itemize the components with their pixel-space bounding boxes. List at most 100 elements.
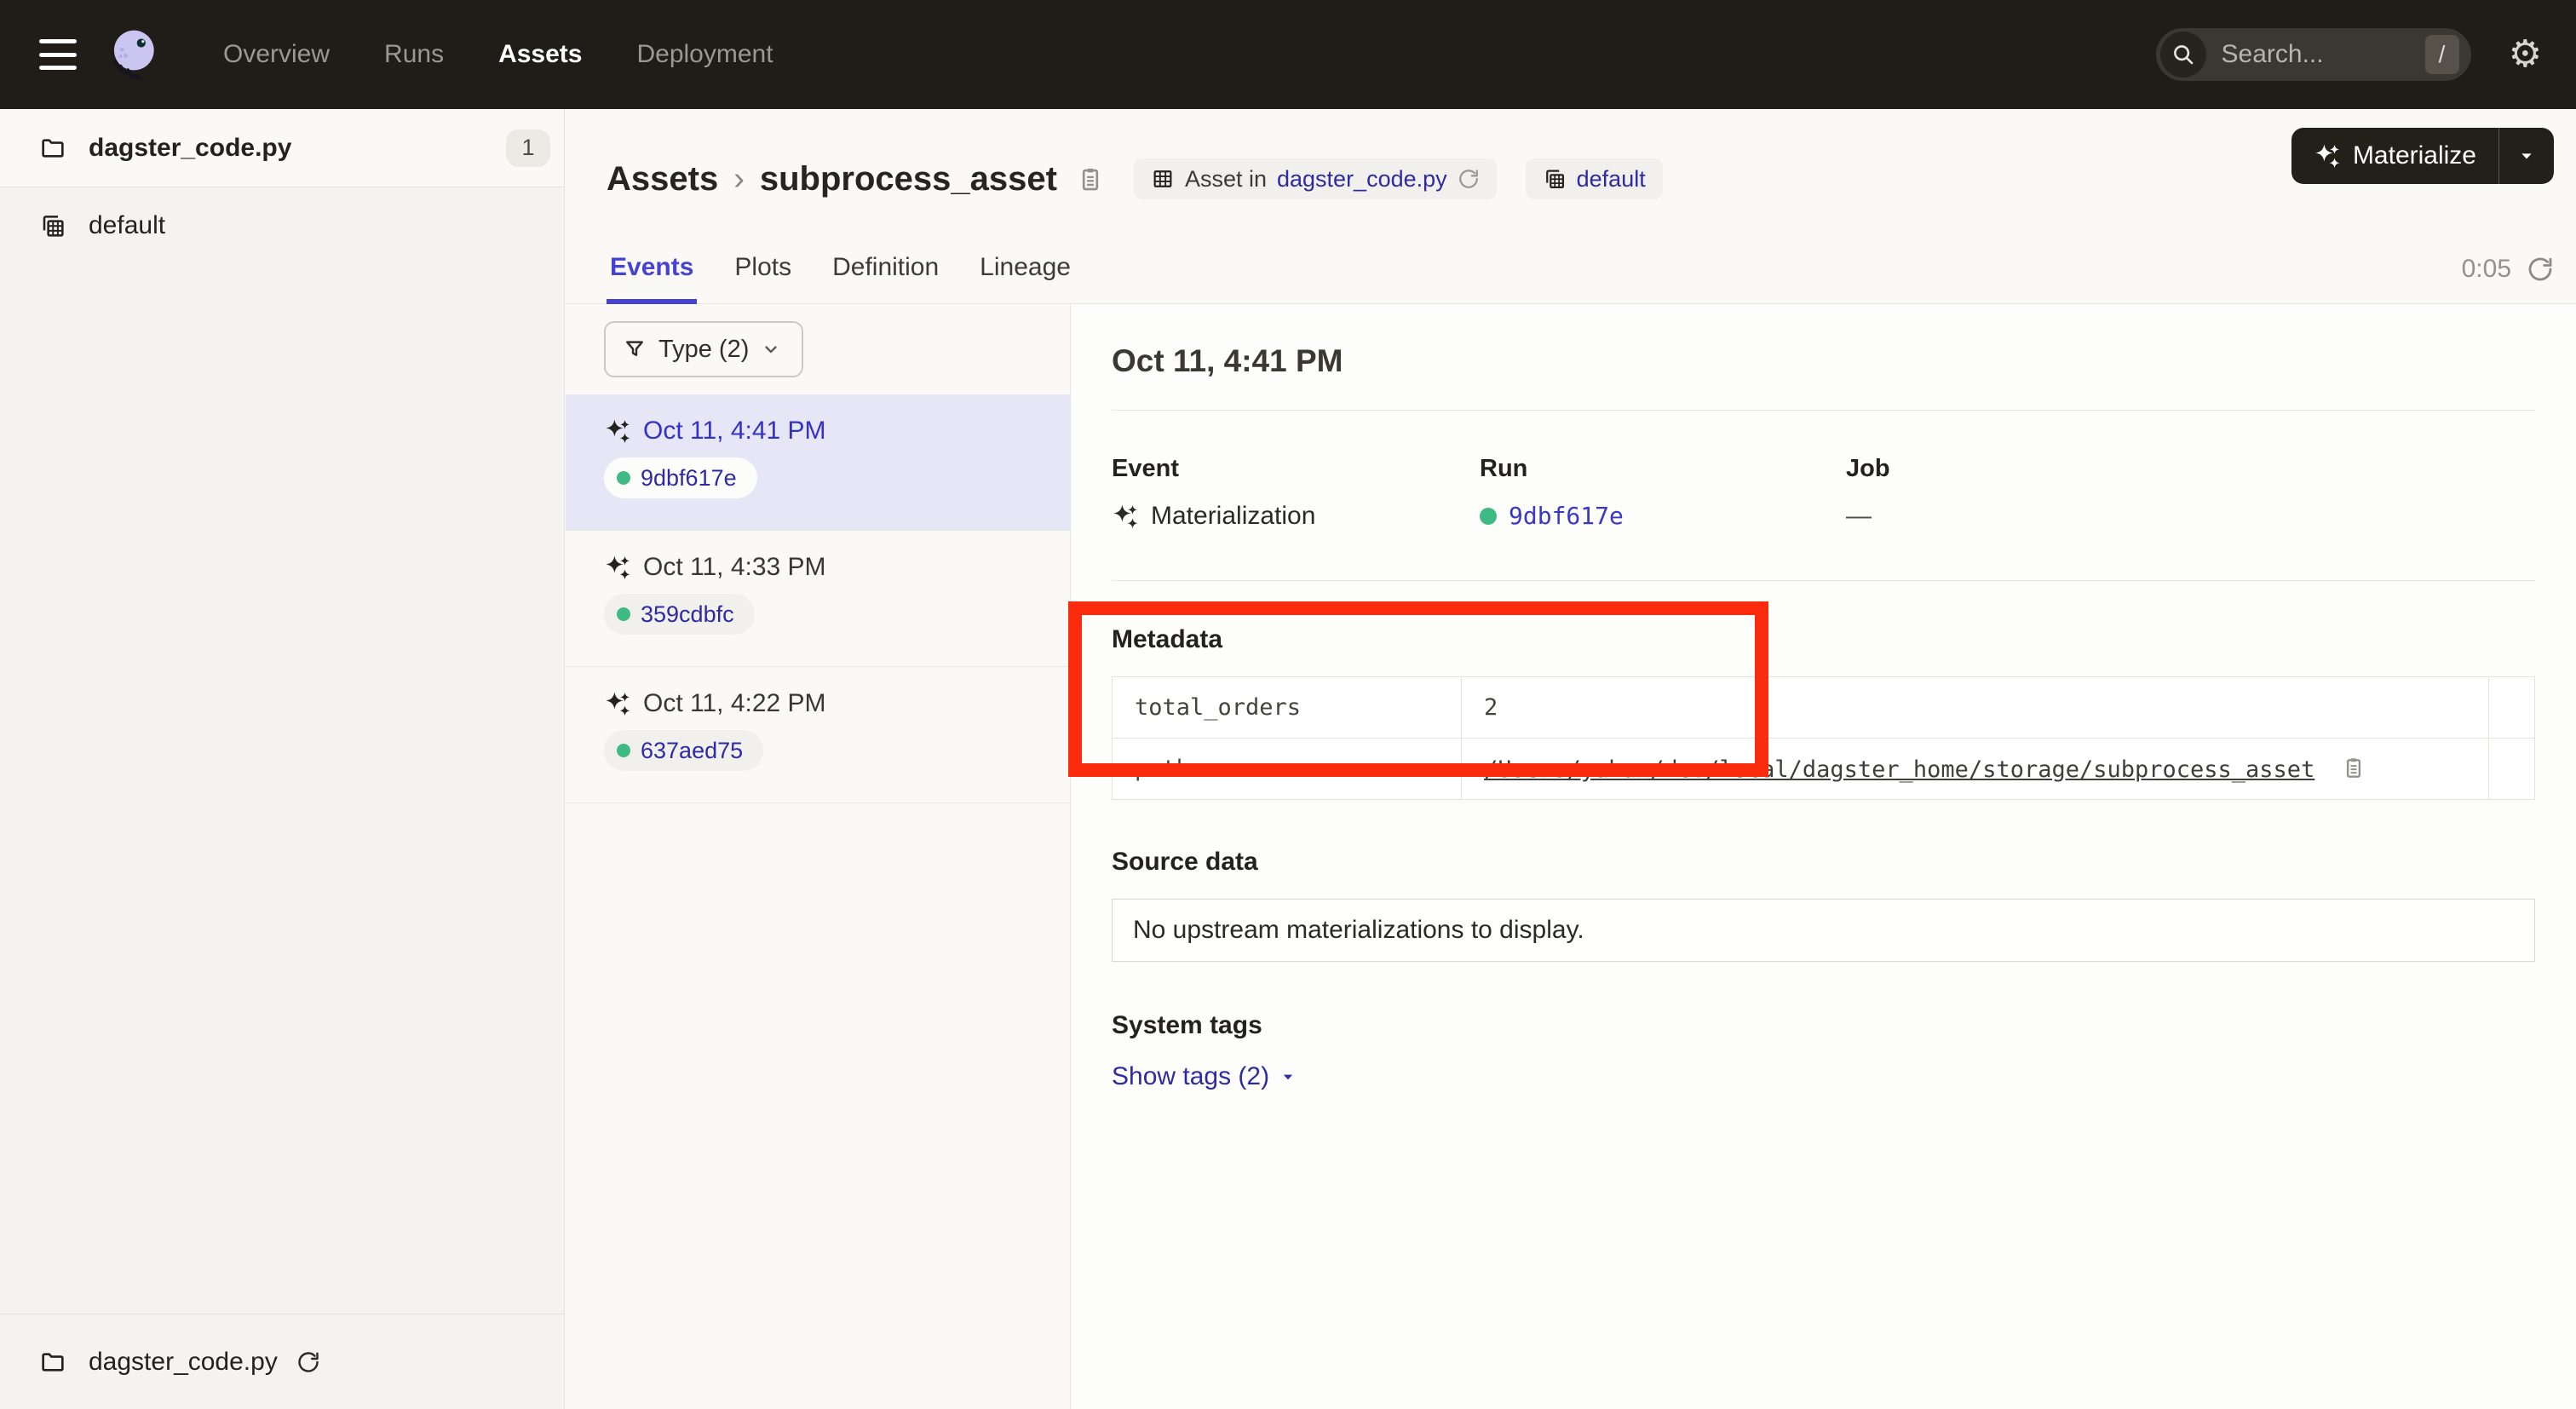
metadata-path-link[interactable]: /Users/yuhan/dev/local/dagster_home/stor… — [1484, 756, 2314, 783]
run-id-link[interactable]: 9dbf617e — [1509, 502, 1624, 530]
materialization-sparkle-icon — [604, 417, 631, 445]
run-tag[interactable]: 359cdbfc — [604, 594, 755, 635]
asset-page-header: Assets › subprocess_asset Asset in dagst… — [566, 109, 2576, 304]
event-field-label: Event — [1112, 455, 1480, 483]
event-list-item[interactable]: Oct 11, 4:33 PM 359cdbfc — [566, 531, 1070, 667]
asset-group-icon — [39, 212, 66, 239]
materialization-sparkle-icon — [604, 554, 631, 581]
reload-definitions-icon[interactable] — [1458, 168, 1480, 190]
run-id: 359cdbfc — [641, 601, 734, 628]
sidebar-item-label: default — [89, 211, 165, 240]
breadcrumb: Assets › subprocess_asset Asset in dagst… — [566, 109, 2576, 220]
asset-group-pill: default — [1526, 158, 1663, 199]
materialize-button[interactable]: Materialize — [2291, 141, 2498, 170]
materialization-sparkle-icon — [604, 690, 631, 717]
filter-bar: Type (2) — [566, 304, 1070, 394]
nav-item-deployment[interactable]: Deployment — [636, 40, 773, 69]
type-filter-button[interactable]: Type (2) — [604, 321, 803, 377]
divider — [1112, 580, 2535, 581]
main-panel: Assets › subprocess_asset Asset in dagst… — [566, 109, 2576, 1409]
event-summary-fields: Event Materialization Run 9dbf617e — [1112, 455, 2535, 531]
dagster-app: Overview Runs Assets Deployment Search..… — [0, 0, 2576, 1409]
source-data-empty-message: No upstream materializations to display. — [1133, 916, 1584, 945]
metadata-extra-cell — [2489, 739, 2535, 800]
event-list-item[interactable]: Oct 11, 4:22 PM 637aed75 — [566, 667, 1070, 803]
sidebar-footer-label: dagster_code.py — [89, 1348, 278, 1377]
materialize-label: Materialize — [2353, 141, 2476, 170]
run-status-dot — [617, 744, 630, 757]
run-tag[interactable]: 9dbf617e — [604, 457, 757, 498]
metadata-heading: Metadata — [1112, 625, 2535, 654]
event-list-panel: Type (2) Oct 11, 4:41 PM 9dbf617e — [566, 304, 1071, 1409]
run-status-dot — [617, 607, 630, 621]
table-row: total_orders 2 — [1113, 677, 2535, 739]
sidebar-item-default-group[interactable]: default — [0, 187, 564, 264]
top-nav: Overview Runs Assets Deployment Search..… — [0, 0, 2576, 109]
asset-group-link[interactable]: default — [1577, 166, 1646, 193]
job-field-label: Job — [1846, 455, 1890, 483]
run-field-label: Run — [1480, 455, 1846, 483]
metadata-extra-cell — [2489, 677, 2535, 739]
main-nav: Overview Runs Assets Deployment — [223, 40, 773, 69]
nav-item-runs[interactable]: Runs — [384, 40, 444, 69]
system-tags-heading: System tags — [1112, 1011, 2535, 1040]
run-id: 637aed75 — [641, 738, 743, 764]
run-id: 9dbf617e — [641, 465, 737, 492]
copy-asset-key-icon[interactable] — [1076, 164, 1105, 193]
metadata-key: path — [1113, 739, 1462, 800]
page-title: subprocess_asset — [760, 160, 1057, 198]
search-shortcut-key: / — [2425, 35, 2459, 74]
nav-right: Search... / ⚙ — [2156, 28, 2542, 81]
event-type-value: Materialization — [1151, 502, 1315, 531]
refresh-icon[interactable] — [2527, 256, 2554, 283]
asset-tabs: Events Plots Definition Lineage 0:05 — [566, 220, 2576, 304]
nav-item-overview[interactable]: Overview — [223, 40, 330, 69]
sidebar-footer-code-location[interactable]: dagster_code.py — [0, 1314, 564, 1409]
tab-lineage[interactable]: Lineage — [976, 253, 1074, 304]
code-location-link[interactable]: dagster_code.py — [1277, 166, 1447, 193]
materialize-split-button: Materialize — [2291, 128, 2554, 184]
asset-definition-pill: Asset in dagster_code.py — [1134, 158, 1497, 199]
metadata-key: total_orders — [1113, 677, 1462, 739]
funnel-icon — [623, 337, 647, 361]
asset-count-badge: 1 — [506, 129, 550, 167]
search-input[interactable]: Search... / — [2156, 28, 2471, 81]
tab-definition[interactable]: Definition — [829, 253, 942, 304]
divider — [1112, 410, 2535, 411]
nav-item-assets[interactable]: Assets — [498, 40, 582, 69]
search-placeholder: Search... — [2222, 40, 2425, 69]
event-timestamp-link[interactable]: Oct 11, 4:33 PM — [643, 553, 826, 582]
show-tags-label: Show tags (2) — [1112, 1062, 1269, 1091]
refresh-countdown: 0:05 — [2462, 255, 2511, 284]
tab-events[interactable]: Events — [607, 253, 697, 304]
asset-pill-prefix: Asset in — [1185, 166, 1267, 193]
metadata-value: 2 — [1462, 677, 2489, 739]
search-icon — [2160, 32, 2206, 78]
materialize-options-caret[interactable] — [2499, 145, 2554, 167]
type-filter-label: Type (2) — [658, 336, 749, 364]
folder-icon — [39, 135, 66, 162]
reload-code-location-icon[interactable] — [296, 1350, 320, 1374]
tab-plots[interactable]: Plots — [731, 253, 795, 304]
show-tags-toggle[interactable]: Show tags (2) — [1112, 1062, 1298, 1091]
settings-gear-icon[interactable]: ⚙ — [2509, 36, 2542, 73]
sidebar-item-code-location[interactable]: dagster_code.py 1 — [0, 109, 564, 187]
event-timestamp-link[interactable]: Oct 11, 4:22 PM — [643, 689, 826, 718]
dagster-logo[interactable] — [106, 26, 164, 83]
run-status-dot — [617, 471, 630, 485]
breadcrumb-assets-link[interactable]: Assets — [607, 160, 718, 198]
event-timestamp-link[interactable]: Oct 11, 4:41 PM — [643, 417, 826, 446]
run-tag[interactable]: 637aed75 — [604, 730, 763, 771]
job-value: — — [1846, 502, 1872, 531]
table-icon — [1151, 167, 1175, 191]
sparkle-icon — [2314, 142, 2341, 170]
event-list-item[interactable]: Oct 11, 4:41 PM 9dbf617e — [566, 394, 1070, 531]
event-detail-title: Oct 11, 4:41 PM — [1112, 343, 2535, 379]
source-data-empty-state: No upstream materializations to display. — [1112, 899, 2535, 962]
folder-icon — [39, 1349, 66, 1376]
source-data-heading: Source data — [1112, 848, 2535, 877]
table-row: path /Users/yuhan/dev/local/dagster_home… — [1113, 739, 2535, 800]
menu-icon[interactable] — [39, 39, 77, 70]
caret-down-icon — [1278, 1067, 1298, 1087]
copy-path-icon[interactable] — [2341, 755, 2366, 780]
